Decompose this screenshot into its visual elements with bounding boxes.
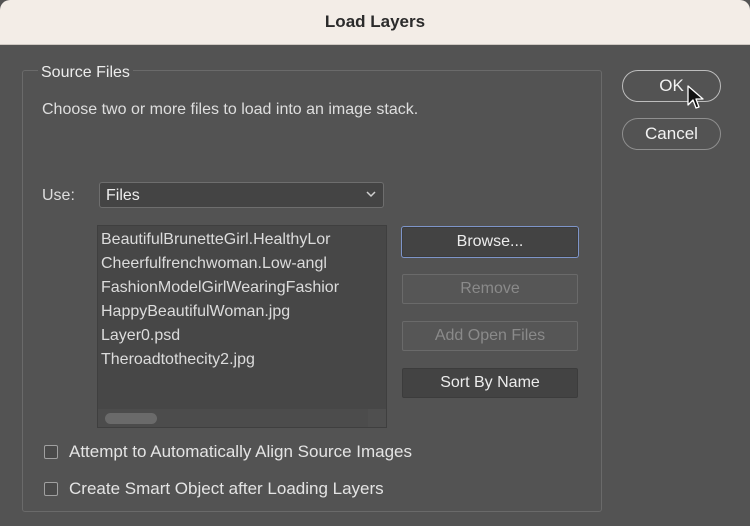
file-list[interactable]: BeautifulBrunetteGirl.HealthyLor Cheerfu… bbox=[97, 225, 387, 428]
list-item[interactable]: HappyBeautifulWoman.jpg bbox=[101, 303, 369, 321]
mouse-pointer-icon bbox=[687, 85, 704, 109]
align-checkbox[interactable] bbox=[44, 445, 58, 459]
list-item[interactable]: FashionModelGirlWearingFashior bbox=[101, 279, 369, 297]
remove-button[interactable]: Remove bbox=[402, 274, 578, 304]
scrollbar-thumb[interactable] bbox=[105, 413, 157, 424]
scroll-corner bbox=[368, 409, 386, 427]
add-open-files-button[interactable]: Add Open Files bbox=[402, 321, 578, 351]
smart-object-checkbox[interactable] bbox=[44, 482, 58, 496]
list-item[interactable]: Theroadtothecity2.jpg bbox=[101, 351, 369, 369]
align-option[interactable]: Attempt to Automatically Align Source Im… bbox=[44, 442, 412, 462]
ok-button[interactable]: OK bbox=[622, 70, 721, 102]
chevron-down-icon bbox=[366, 191, 376, 198]
sort-by-name-button[interactable]: Sort By Name bbox=[402, 368, 578, 398]
list-item[interactable]: Cheerfulfrenchwoman.Low-angl bbox=[101, 255, 369, 273]
use-select-value: Files bbox=[106, 187, 140, 204]
source-files-label: Source Files bbox=[38, 64, 133, 82]
horizontal-scrollbar[interactable] bbox=[98, 409, 368, 427]
smart-object-option[interactable]: Create Smart Object after Loading Layers bbox=[44, 479, 384, 499]
instructions-text: Choose two or more files to load into an… bbox=[42, 101, 419, 118]
title-bar: Load Layers bbox=[0, 0, 750, 45]
vertical-scrollbar[interactable] bbox=[368, 226, 386, 411]
dialog-title: Load Layers bbox=[324, 12, 426, 31]
smart-object-label[interactable]: Create Smart Object after Loading Layers bbox=[69, 479, 384, 499]
align-label[interactable]: Attempt to Automatically Align Source Im… bbox=[69, 442, 412, 462]
list-item[interactable]: BeautifulBrunetteGirl.HealthyLor bbox=[101, 231, 369, 249]
browse-button[interactable]: Browse... bbox=[402, 227, 578, 257]
list-item[interactable]: Layer0.psd bbox=[101, 327, 369, 345]
use-select[interactable]: Files bbox=[99, 182, 384, 208]
use-label: Use: bbox=[42, 187, 75, 204]
cancel-button[interactable]: Cancel bbox=[622, 118, 721, 150]
